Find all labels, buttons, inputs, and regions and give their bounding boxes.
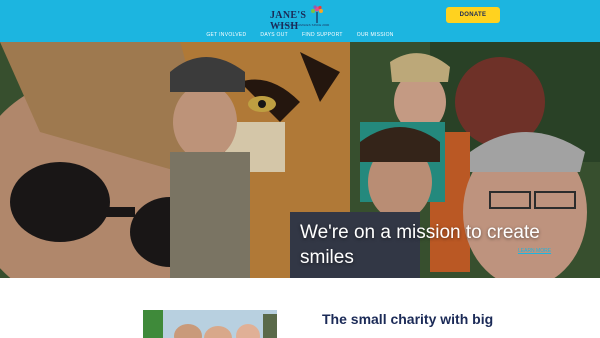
intro-photo xyxy=(143,310,277,338)
hero-banner: We're on a mission to create smiles LEAR… xyxy=(0,42,600,278)
intro-photo-image xyxy=(143,310,277,338)
intro-section: The small charity with big xyxy=(0,278,600,338)
logo-wordmark: JANE'S WISH xyxy=(270,10,307,32)
hero-title: We're on a mission to create smiles xyxy=(300,222,540,268)
donate-button[interactable]: DONATE xyxy=(446,7,500,23)
nav-item-get-involved[interactable]: GET INVOLVED xyxy=(206,31,246,40)
site-header: JANE'S WISH SUPPORTING FAMILIES SINCE 20… xyxy=(0,0,600,42)
nav-item-days-out[interactable]: DAYS OUT xyxy=(260,31,288,40)
main-nav: GET INVOLVED DAYS OUT FIND SUPPORT OUR M… xyxy=(0,31,600,42)
learn-more-link[interactable]: LEARN MORE xyxy=(518,248,551,254)
logo-tagline: SUPPORTING FAMILIES SINCE 2000 xyxy=(274,23,330,27)
site-logo[interactable]: JANE'S WISH SUPPORTING FAMILIES SINCE 20… xyxy=(270,5,332,32)
intro-heading: The small charity with big xyxy=(322,311,494,327)
nav-item-our-mission[interactable]: OUR MISSION xyxy=(357,31,394,40)
nav-item-find-support[interactable]: FIND SUPPORT xyxy=(302,31,343,40)
